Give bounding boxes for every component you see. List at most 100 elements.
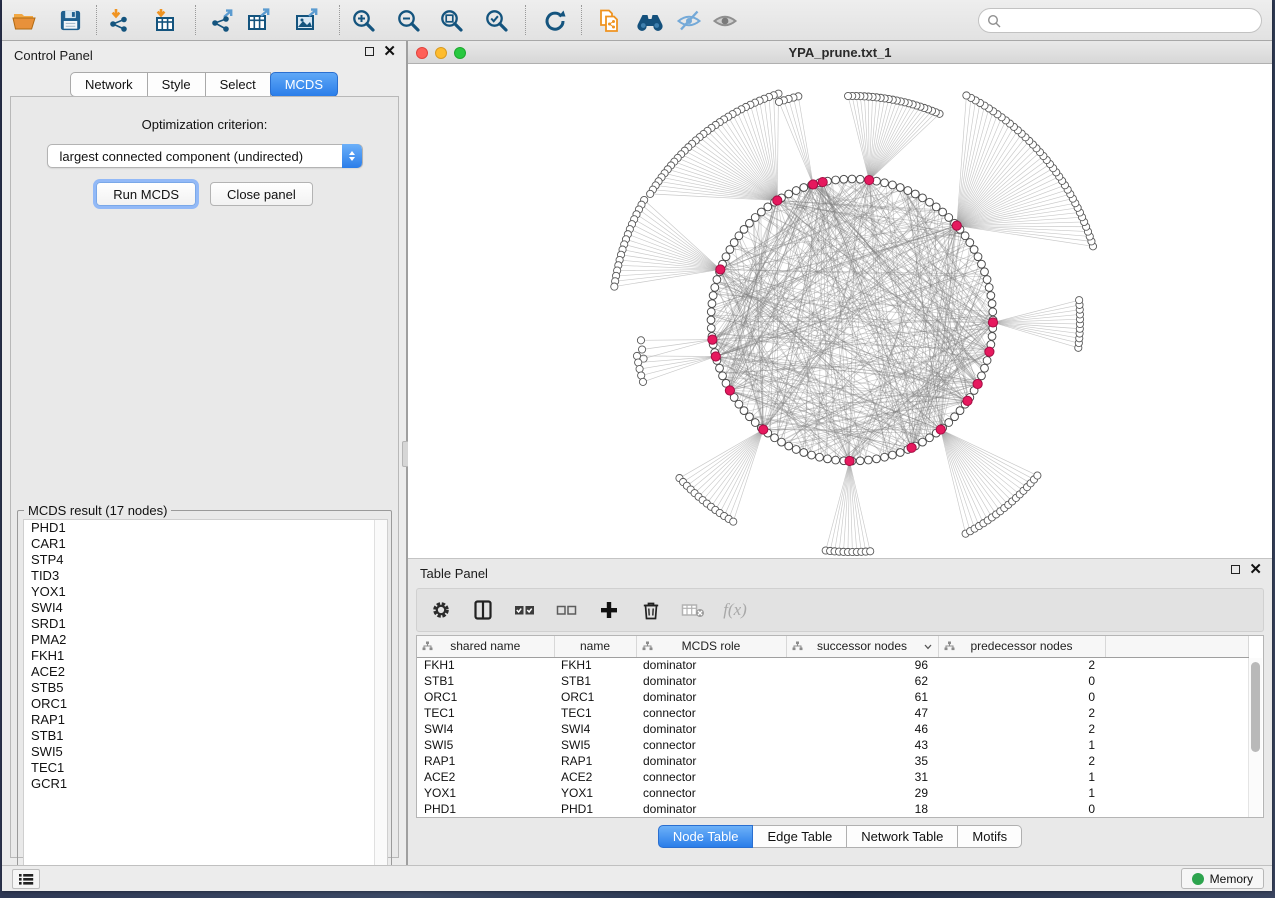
table-cell[interactable]: dominator	[636, 721, 786, 737]
table-cell[interactable]: 2	[938, 721, 1105, 737]
network-node[interactable]	[785, 442, 793, 450]
table-cell[interactable]: 2	[938, 705, 1105, 721]
mcds-network-node[interactable]	[845, 456, 854, 465]
tab-mcds[interactable]: MCDS	[270, 72, 338, 97]
table-cell[interactable]: SWI5	[417, 737, 554, 753]
table-cell[interactable]: SWI5	[554, 737, 636, 753]
network-node[interactable]	[974, 253, 982, 261]
mcds-network-node[interactable]	[973, 379, 982, 388]
zoom-selected-icon[interactable]	[480, 5, 514, 36]
network-node[interactable]	[896, 449, 904, 457]
table-row[interactable]: ORC1ORC1dominator610	[417, 689, 1249, 705]
mcds-node-item[interactable]: CAR1	[24, 536, 387, 552]
table-cell[interactable]: 46	[786, 721, 938, 737]
network-node[interactable]	[800, 449, 808, 457]
network-node[interactable]	[808, 451, 816, 459]
mcds-network-node[interactable]	[711, 352, 720, 361]
network-node[interactable]	[635, 359, 642, 366]
mcds-network-node[interactable]	[952, 221, 961, 230]
network-node[interactable]	[864, 456, 872, 464]
table-cell[interactable]: TEC1	[417, 705, 554, 721]
network-node[interactable]	[911, 190, 919, 198]
close-panel-button[interactable]: Close panel	[210, 182, 313, 206]
table-cell[interactable]: dominator	[636, 753, 786, 769]
tab-motifs[interactable]: Motifs	[958, 825, 1022, 848]
table-cell[interactable]: 2	[938, 657, 1105, 673]
table-cell[interactable]: dominator	[636, 673, 786, 689]
mcds-node-item[interactable]: SWI4	[24, 600, 387, 616]
tab-style[interactable]: Style	[148, 72, 206, 97]
table-cell[interactable]: 0	[938, 689, 1105, 705]
table-cell[interactable]: ORC1	[417, 689, 554, 705]
tab-select[interactable]: Select	[206, 72, 271, 97]
table-cell[interactable]: FKH1	[554, 657, 636, 673]
table-cell[interactable]: connector	[636, 769, 786, 785]
import-table-icon[interactable]	[148, 5, 182, 36]
mcds-network-node[interactable]	[985, 347, 994, 356]
table-cell[interactable]: RAP1	[554, 753, 636, 769]
table-cell[interactable]: ACE2	[554, 769, 636, 785]
export-network-icon[interactable]	[205, 5, 239, 36]
network-node[interactable]	[848, 175, 856, 183]
delete-column-icon[interactable]	[639, 598, 663, 622]
zoom-in-icon[interactable]	[347, 5, 381, 36]
network-node[interactable]	[775, 98, 782, 105]
settings-gear-icon[interactable]	[429, 598, 453, 622]
export-image-icon[interactable]	[290, 5, 324, 36]
column-header-shared-name[interactable]: shared name	[417, 636, 554, 657]
mcds-node-item[interactable]: RAP1	[24, 712, 387, 728]
table-row[interactable]: SWI4SWI4dominator462	[417, 721, 1249, 737]
network-node[interactable]	[639, 378, 646, 385]
show-panels-button[interactable]	[12, 869, 40, 889]
table-cell[interactable]: SWI4	[417, 721, 554, 737]
network-node[interactable]	[881, 453, 889, 461]
deselect-all-icon[interactable]	[555, 598, 579, 622]
tab-network-table[interactable]: Network Table	[847, 825, 958, 848]
tab-node-table[interactable]: Node Table	[658, 825, 754, 848]
import-network-icon[interactable]	[103, 5, 137, 36]
mcds-network-node[interactable]	[907, 443, 916, 452]
table-row[interactable]: ACE2ACE2connector311	[417, 769, 1249, 785]
mcds-network-node[interactable]	[988, 318, 997, 327]
column-header-successor-nodes[interactable]: successor nodes	[786, 636, 938, 657]
network-node[interactable]	[844, 92, 851, 99]
table-cell[interactable]: 43	[786, 737, 938, 753]
network-node[interactable]	[978, 372, 986, 380]
table-cell[interactable]: SWI4	[554, 721, 636, 737]
network-node[interactable]	[904, 187, 912, 195]
network-node[interactable]	[800, 184, 808, 192]
network-node[interactable]	[636, 365, 643, 372]
network-node[interactable]	[735, 232, 743, 240]
network-node[interactable]	[722, 253, 730, 261]
table-row[interactable]: YOX1YOX1connector291	[417, 785, 1249, 801]
table-scrollbar[interactable]	[1248, 658, 1262, 818]
mcds-node-item[interactable]: PMA2	[24, 632, 387, 648]
network-node[interactable]	[711, 284, 719, 292]
table-cell[interactable]: 61	[786, 689, 938, 705]
network-node[interactable]	[983, 276, 991, 284]
table-cell[interactable]: connector	[636, 737, 786, 753]
network-node[interactable]	[824, 455, 832, 463]
table-row[interactable]: TEC1TEC1connector472	[417, 705, 1249, 721]
network-node[interactable]	[840, 175, 848, 183]
select-all-icon[interactable]	[513, 598, 537, 622]
table-row[interactable]: RAP1RAP1dominator352	[417, 753, 1249, 769]
mcds-network-node[interactable]	[773, 196, 782, 205]
network-node[interactable]	[719, 372, 727, 380]
network-window-titlebar[interactable]: YPA_prune.txt_1	[408, 41, 1272, 64]
memory-button[interactable]: Memory	[1181, 868, 1264, 889]
table-cell[interactable]: STB1	[554, 673, 636, 689]
table-cell[interactable]: 1	[938, 785, 1105, 801]
save-session-icon[interactable]	[53, 5, 87, 36]
mcds-network-node[interactable]	[725, 386, 734, 395]
network-node[interactable]	[816, 453, 824, 461]
network-node[interactable]	[961, 232, 969, 240]
mcds-node-item[interactable]: STP4	[24, 552, 387, 568]
network-node[interactable]	[707, 324, 715, 332]
table-cell[interactable]: dominator	[636, 801, 786, 817]
table-cell[interactable]: 18	[786, 801, 938, 817]
network-node[interactable]	[889, 181, 897, 189]
mcds-node-item[interactable]: PHD1	[24, 520, 387, 536]
network-node[interactable]	[1034, 472, 1041, 479]
table-row[interactable]: FKH1FKH1dominator962	[417, 657, 1249, 673]
